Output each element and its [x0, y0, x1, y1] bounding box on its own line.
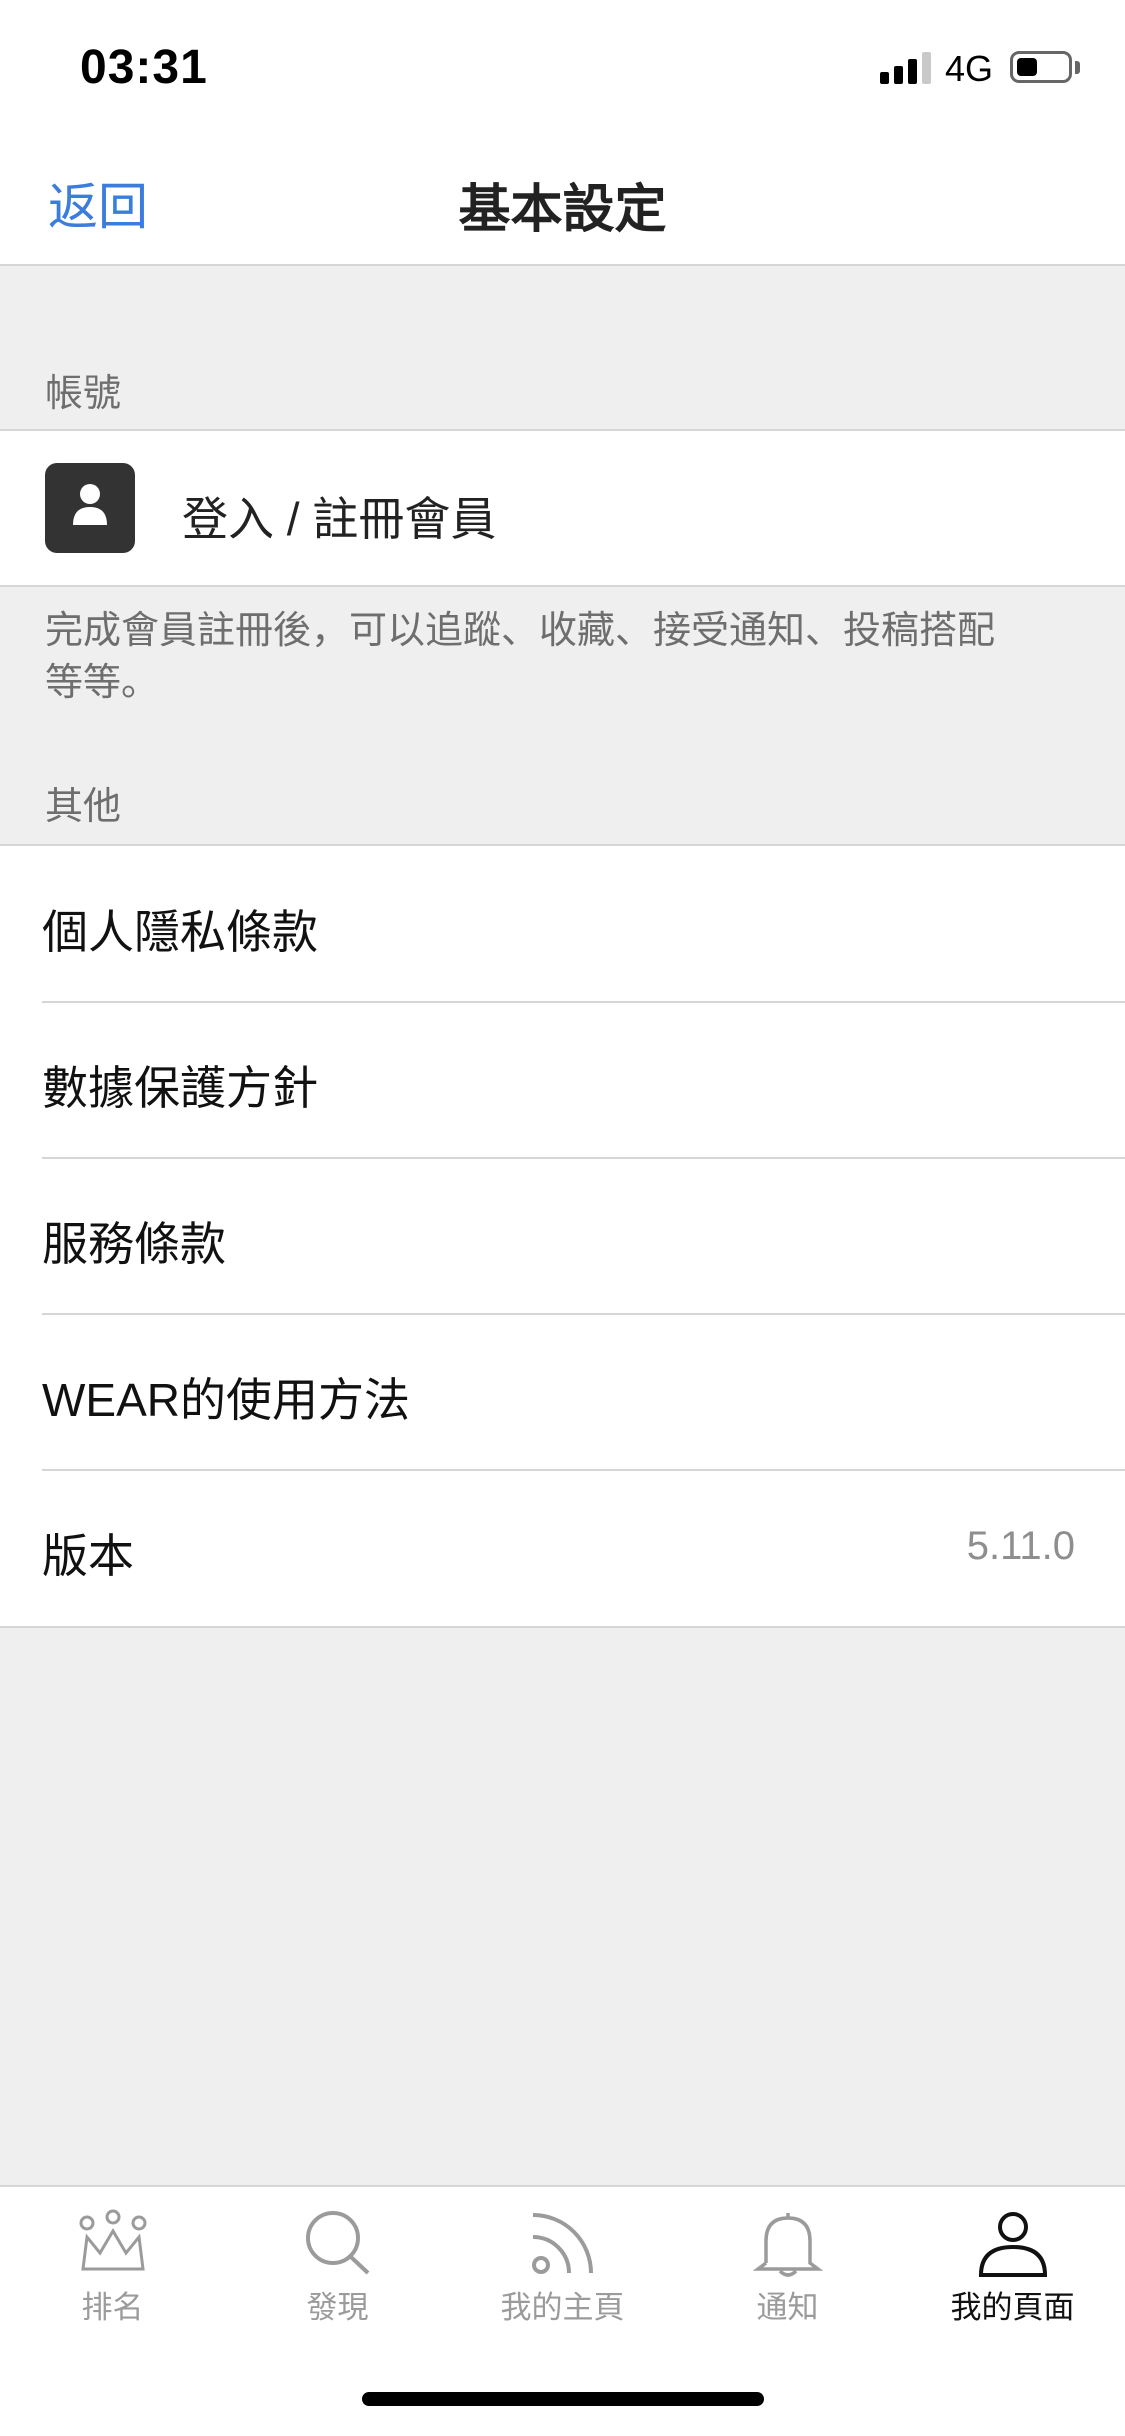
login-register-label: 登入 / 註冊會員: [182, 493, 497, 545]
tab-my-home[interactable]: 我的主頁: [450, 2187, 675, 2337]
version-value: 5.11.0: [966, 1524, 1075, 1568]
terms-of-service-row[interactable]: 服務條款: [0, 1158, 1125, 1315]
tab-notifications[interactable]: 通知: [675, 2187, 900, 2337]
network-type: 4G: [945, 48, 994, 89]
navigation-bar: 返回 基本設定: [0, 132, 1125, 266]
home-indicator: [362, 2392, 764, 2406]
data-protection-row[interactable]: 數據保護方針: [0, 1002, 1125, 1159]
person-icon: [978, 2212, 1048, 2277]
tab-my-home-label: 我的主頁: [500, 2290, 625, 2325]
tab-discover-label: 發現: [306, 2290, 369, 2325]
person-icon: [45, 463, 135, 553]
search-icon: [306, 2211, 370, 2275]
terms-of-service-label: 服務條款: [42, 1218, 226, 1270]
tab-ranking-label: 排名: [81, 2290, 144, 2325]
version-label: 版本: [42, 1530, 134, 1582]
account-section-header: 帳號: [45, 373, 122, 415]
crown-icon: [79, 2209, 147, 2271]
tab-discover[interactable]: 發現: [225, 2187, 450, 2337]
account-footer-note: 完成會員註冊後，可以追蹤、收藏、接受通知、投稿搭配等等。: [45, 610, 996, 704]
other-group: 個人隱私條款 數據保護方針 服務條款 WEAR的使用方法 版本 5.11.0: [0, 844, 1125, 1628]
login-register-row[interactable]: 登入 / 註冊會員: [0, 431, 1125, 585]
version-row: 版本 5.11.0: [0, 1470, 1125, 1626]
how-to-use-row[interactable]: WEAR的使用方法: [0, 1314, 1125, 1471]
status-time: 03:31: [80, 41, 208, 94]
privacy-policy-row[interactable]: 個人隱私條款: [0, 846, 1125, 1003]
page-title: 基本設定: [458, 181, 667, 239]
tab-notifications-label: 通知: [756, 2290, 819, 2325]
data-protection-label: 數據保護方針: [42, 1062, 318, 1114]
tab-my-page[interactable]: 我的頁面: [900, 2187, 1125, 2337]
tab-my-page-label: 我的頁面: [950, 2290, 1075, 2325]
other-section-header: 其他: [45, 786, 122, 828]
cellular-signal-icon: [880, 50, 932, 84]
feed-icon: [532, 2213, 593, 2274]
how-to-use-label: WEAR的使用方法: [42, 1374, 410, 1426]
battery-icon: [1010, 51, 1072, 83]
settings-screen: 03:31 4G 返回 基本設定 帳號 登入 / 註冊會員 完成會員註冊後，可以…: [0, 0, 1125, 2436]
tab-ranking[interactable]: 排名: [0, 2187, 225, 2337]
battery-cap: [1075, 61, 1080, 74]
bell-icon: [752, 2213, 824, 2277]
status-bar: 03:31 4G: [0, 0, 1125, 132]
privacy-policy-label: 個人隱私條款: [42, 906, 318, 958]
account-group: 登入 / 註冊會員: [0, 429, 1125, 587]
